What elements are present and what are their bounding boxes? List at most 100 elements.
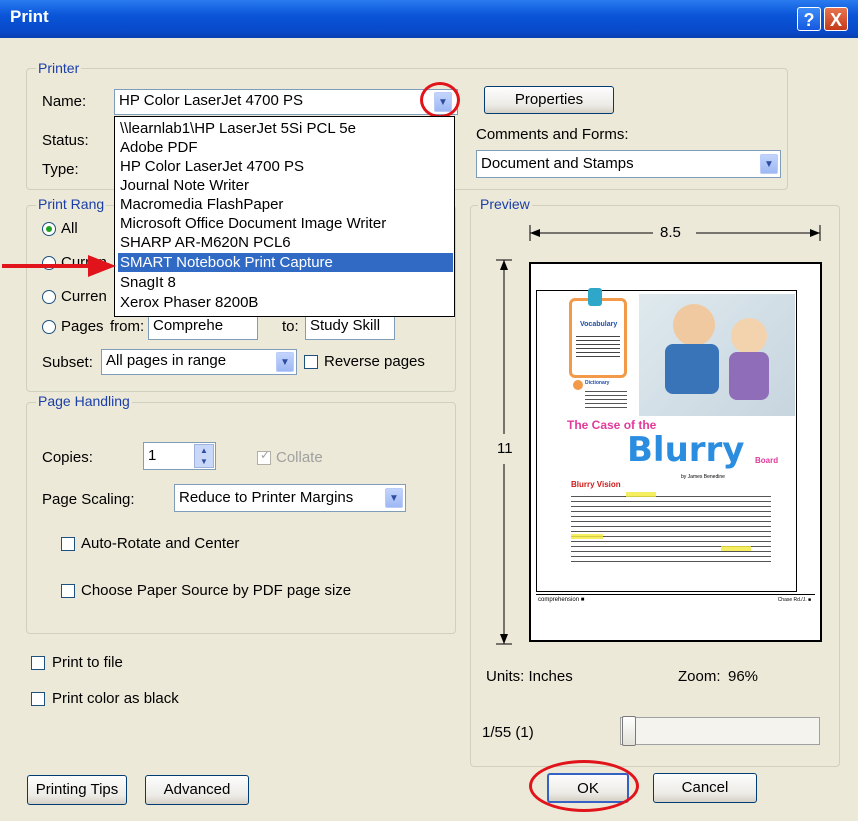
printer-option-selected[interactable]: SMART Notebook Print Capture xyxy=(118,253,453,272)
collate-checkbox[interactable]: ✓ xyxy=(257,448,271,465)
vocabulary-heading: Vocabulary xyxy=(580,321,618,328)
from-label: from: xyxy=(110,318,145,335)
copies-stepper[interactable]: ▲ ▼ xyxy=(194,444,214,468)
subset-value: All pages in range xyxy=(106,352,227,369)
zoom-value: 96% xyxy=(728,668,759,685)
printer-option[interactable]: Adobe PDF xyxy=(118,138,453,157)
printer-option[interactable]: HP Color LaserJet 4700 PS xyxy=(118,157,453,176)
to-page-input[interactable]: Study Skill xyxy=(305,314,395,340)
chevron-down-icon[interactable]: ▼ xyxy=(760,154,778,174)
dictionary-icon xyxy=(573,380,583,390)
properties-button[interactable]: Properties xyxy=(484,86,614,114)
printer-dropdown-list[interactable]: \\learnlab1\HP LaserJet 5Si PCL 5e Adobe… xyxy=(114,116,455,317)
subset-select[interactable]: All pages in range xyxy=(101,349,297,375)
highlight-mark xyxy=(626,492,656,497)
subset-label: Subset: xyxy=(42,354,93,371)
checkmark-icon: ✓ xyxy=(260,448,271,462)
reverse-pages-checkbox[interactable] xyxy=(304,355,318,369)
dictionary-lines xyxy=(585,388,627,408)
printer-option[interactable]: \\learnlab1\HP LaserJet 5Si PCL 5e xyxy=(118,119,453,138)
card-tab-icon xyxy=(588,288,602,306)
copies-label: Copies: xyxy=(42,449,93,466)
zoom-label: Zoom: xyxy=(678,668,721,685)
character2-body xyxy=(729,352,769,400)
close-button[interactable]: X xyxy=(824,7,848,31)
radio-all[interactable] xyxy=(42,222,56,236)
page-scaling-value: Reduce to Printer Margins xyxy=(179,489,354,506)
print-to-file-label: Print to file xyxy=(52,654,123,671)
printer-status-label: Status: xyxy=(42,132,89,149)
comments-forms-select[interactable]: Document and Stamps xyxy=(476,150,781,178)
copies-value: 1 xyxy=(148,447,157,464)
vocabulary-card: Vocabulary xyxy=(569,298,627,378)
units-label: Units: Inches xyxy=(486,668,573,685)
dictionary-heading: Dictionary xyxy=(585,380,610,386)
printer-option[interactable]: Xerox Phaser 8200B xyxy=(118,293,453,312)
annotation-arrow-icon xyxy=(2,255,116,277)
highlight-mark xyxy=(721,546,751,551)
to-label: to: xyxy=(282,318,299,335)
printing-tips-button[interactable]: Printing Tips xyxy=(27,775,127,805)
auto-rotate-label: Auto-Rotate and Center xyxy=(81,535,240,552)
annotation-circle-ok xyxy=(529,760,639,812)
preview-label: Preview xyxy=(478,196,532,212)
subhead: Blurry Vision xyxy=(571,480,621,489)
printer-name-select[interactable]: HP Color LaserJet 4700 PS xyxy=(114,89,458,115)
printer-option[interactable]: Microsoft Office Document Image Writer xyxy=(118,214,453,233)
page-slider-track[interactable] xyxy=(620,717,820,745)
print-range-label: Print Rang xyxy=(36,196,107,212)
print-color-black-label: Print color as black xyxy=(52,690,179,707)
printer-option[interactable]: SHARP AR-M620N PCL6 xyxy=(118,233,453,252)
printer-option[interactable]: Macromedia FlashPaper xyxy=(118,195,453,214)
comments-forms-label: Comments and Forms: xyxy=(476,126,629,143)
story-illustration xyxy=(639,294,795,416)
character-head xyxy=(673,304,715,346)
highlight-mark xyxy=(571,534,603,539)
window-title: Print xyxy=(10,7,49,26)
page-scaling-label: Page Scaling: xyxy=(42,491,135,508)
preview-page: comprehension ■ Chase Rd./J. ■ Vocabular… xyxy=(529,262,822,642)
printer-group-label: Printer xyxy=(36,60,82,76)
page-handling-group xyxy=(26,402,456,634)
printer-type-label: Type: xyxy=(42,161,79,178)
auto-rotate-checkbox[interactable] xyxy=(61,537,75,551)
character2-head xyxy=(731,318,767,354)
vocabulary-lines xyxy=(576,333,620,359)
print-color-black-checkbox[interactable] xyxy=(31,692,45,706)
paper-source-checkbox[interactable] xyxy=(61,584,75,598)
paper-source-label: Choose Paper Source by PDF page size xyxy=(81,582,352,599)
headline-board: Board xyxy=(755,456,779,465)
print-to-file-checkbox[interactable] xyxy=(31,656,45,670)
radio-current-page[interactable] xyxy=(42,290,56,304)
printer-option[interactable]: SnagIt 8 xyxy=(118,273,453,292)
chevron-down-icon[interactable]: ▼ xyxy=(385,488,403,508)
page-scaling-select[interactable]: Reduce to Printer Margins xyxy=(174,484,406,512)
page-indicator: 1/55 (1) xyxy=(482,724,534,741)
from-page-input[interactable]: Comprehe xyxy=(148,314,258,340)
help-button[interactable]: ? xyxy=(797,7,821,31)
headline-blurry: Blurry xyxy=(627,430,745,470)
radio-pages-label: Pages xyxy=(61,318,104,335)
comments-forms-value: Document and Stamps xyxy=(481,155,634,172)
printer-name-label: Name: xyxy=(42,93,87,110)
collate-label: Collate xyxy=(276,449,323,466)
footer-right-text: Chase Rd./J. ■ xyxy=(777,597,811,603)
page-footer: comprehension ■ Chase Rd./J. ■ xyxy=(536,594,815,609)
cancel-button[interactable]: Cancel xyxy=(653,773,757,803)
chevron-down-icon[interactable]: ▼ xyxy=(276,352,294,372)
advanced-button[interactable]: Advanced xyxy=(145,775,249,805)
preview-height-value: 11 xyxy=(497,440,513,457)
reverse-pages-label: Reverse pages xyxy=(324,353,425,370)
annotation-circle-dropdown xyxy=(420,82,460,118)
page-handling-label: Page Handling xyxy=(36,393,132,409)
radio-all-label: All xyxy=(61,220,78,237)
byline: by James Benedine xyxy=(681,474,725,480)
body-text-lines xyxy=(571,492,771,562)
preview-width-value: 8.5 xyxy=(660,224,681,241)
printer-name-value: HP Color LaserJet 4700 PS xyxy=(119,92,303,109)
radio-pages[interactable] xyxy=(42,320,56,334)
page-slider-thumb[interactable] xyxy=(622,716,636,746)
radio-current-page-label: Curren xyxy=(61,288,107,305)
character-body xyxy=(665,344,719,394)
printer-option[interactable]: Journal Note Writer xyxy=(118,176,453,195)
